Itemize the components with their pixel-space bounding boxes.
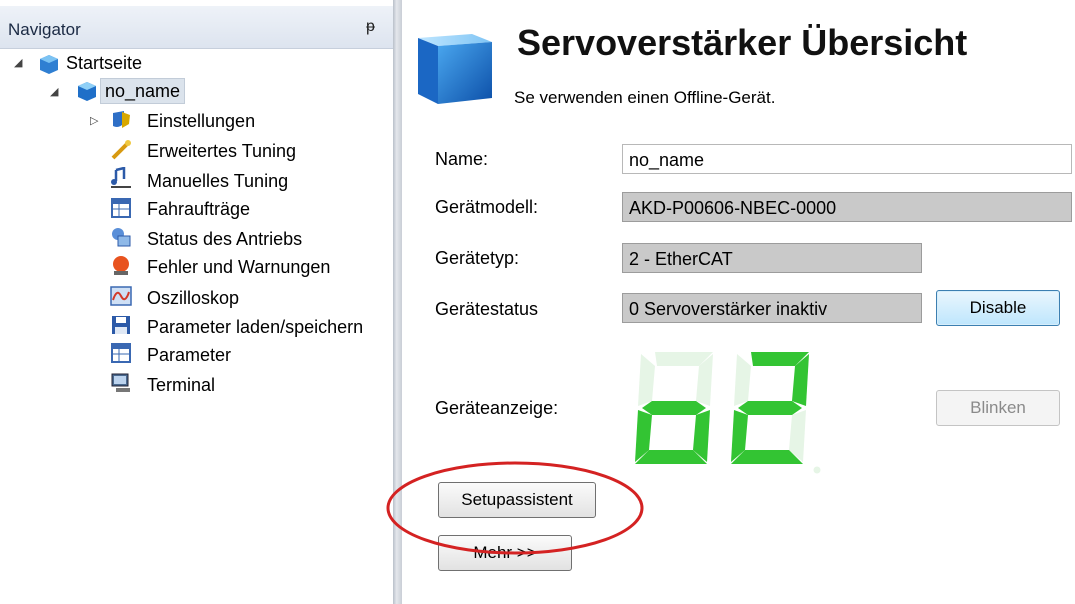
- name-field[interactable]: no_name: [622, 144, 1072, 174]
- tree-item-fahrauftraege[interactable]: Fahraufträge: [147, 196, 250, 222]
- device-display-label: Geräteanzeige:: [435, 398, 559, 418]
- tree-item-status-des-antriebs[interactable]: Status des Antriebs: [147, 226, 302, 252]
- status-label: Gerätestatus: [435, 299, 539, 319]
- tree-item-einstellungen[interactable]: Einstellungen: [147, 108, 255, 134]
- tree-item-terminal[interactable]: Terminal: [147, 372, 215, 398]
- expand-arrow-icon[interactable]: ▷: [90, 114, 98, 127]
- motion-tasks-icon: [111, 198, 131, 218]
- model-label: Gerätmodell:: [435, 197, 539, 217]
- home-cube-icon: [40, 55, 58, 74]
- status-field: 0 Servoverstärker inaktiv: [622, 293, 922, 323]
- save-disk-icon: [112, 316, 130, 334]
- tree-item-startseite[interactable]: Startseite: [66, 50, 142, 76]
- panel-splitter[interactable]: [393, 0, 402, 604]
- model-field: AKD-P00606-NBEC-0000: [622, 192, 1072, 222]
- overview-panel: Servoverstärker Übersicht Se verwenden e…: [402, 0, 1075, 604]
- fault-warning-icon: [113, 256, 129, 275]
- collapse-arrow-icon[interactable]: ◢: [50, 85, 58, 98]
- setup-assistant-button[interactable]: Setupassistent: [438, 482, 596, 518]
- collapse-arrow-icon[interactable]: ◢: [14, 56, 22, 69]
- name-label: Name:: [435, 149, 489, 169]
- tree-item-manuelles-tuning[interactable]: Manuelles Tuning: [147, 168, 288, 194]
- navigator-panel: Navigator ᵽ ◢ Startseite ◢ no_name ▷ Ein…: [0, 0, 393, 604]
- tree-item-fehler-und-warnungen[interactable]: Fehler und Warnungen: [147, 254, 330, 280]
- parameter-table-icon: [111, 343, 131, 363]
- page-title: Servoverstärker Übersicht: [517, 22, 968, 63]
- blink-button[interactable]: Blinken: [936, 390, 1060, 426]
- tree-item-oszilloskop[interactable]: Oszilloskop: [147, 285, 239, 311]
- pin-icon[interactable]: ᵽ: [366, 18, 375, 36]
- oscilloscope-icon: [110, 286, 132, 306]
- drive-cube-icon: [78, 82, 96, 101]
- segment-f: [638, 354, 655, 406]
- disable-button[interactable]: Disable: [936, 290, 1060, 326]
- settings-shield-icon: [113, 111, 130, 128]
- display-decimal-point: [813, 466, 821, 474]
- page-subtitle: Se verwenden einen Offline-Gerät.: [514, 88, 776, 107]
- tree-item-parameter[interactable]: Parameter: [147, 342, 231, 368]
- display-digit-o: [635, 352, 713, 464]
- drive-status-icon: [112, 228, 131, 247]
- segment-g: [738, 401, 802, 415]
- tree-item-erweitertes-tuning[interactable]: Erweitertes Tuning: [147, 138, 296, 164]
- display-digit-2: [731, 352, 809, 464]
- segment-g: [642, 401, 706, 415]
- manual-tuning-icon: [111, 167, 131, 188]
- seven-segment-display: [635, 352, 821, 474]
- terminal-icon: [111, 373, 130, 392]
- segment-f: [734, 354, 751, 406]
- tuning-wand-icon: [111, 140, 131, 160]
- type-field: 2 - EtherCAT: [622, 243, 922, 273]
- navigator-header: Navigator ᵽ: [0, 6, 393, 49]
- tree-item-no-name[interactable]: no_name: [100, 78, 186, 104]
- type-label: Gerätetyp:: [435, 248, 520, 268]
- drive-cube-icon: [418, 34, 492, 104]
- more-button[interactable]: Mehr >>: [438, 535, 572, 571]
- tree-item-parameter-laden-speichern[interactable]: Parameter laden/speichern: [147, 314, 363, 340]
- navigator-title: Navigator: [8, 20, 81, 39]
